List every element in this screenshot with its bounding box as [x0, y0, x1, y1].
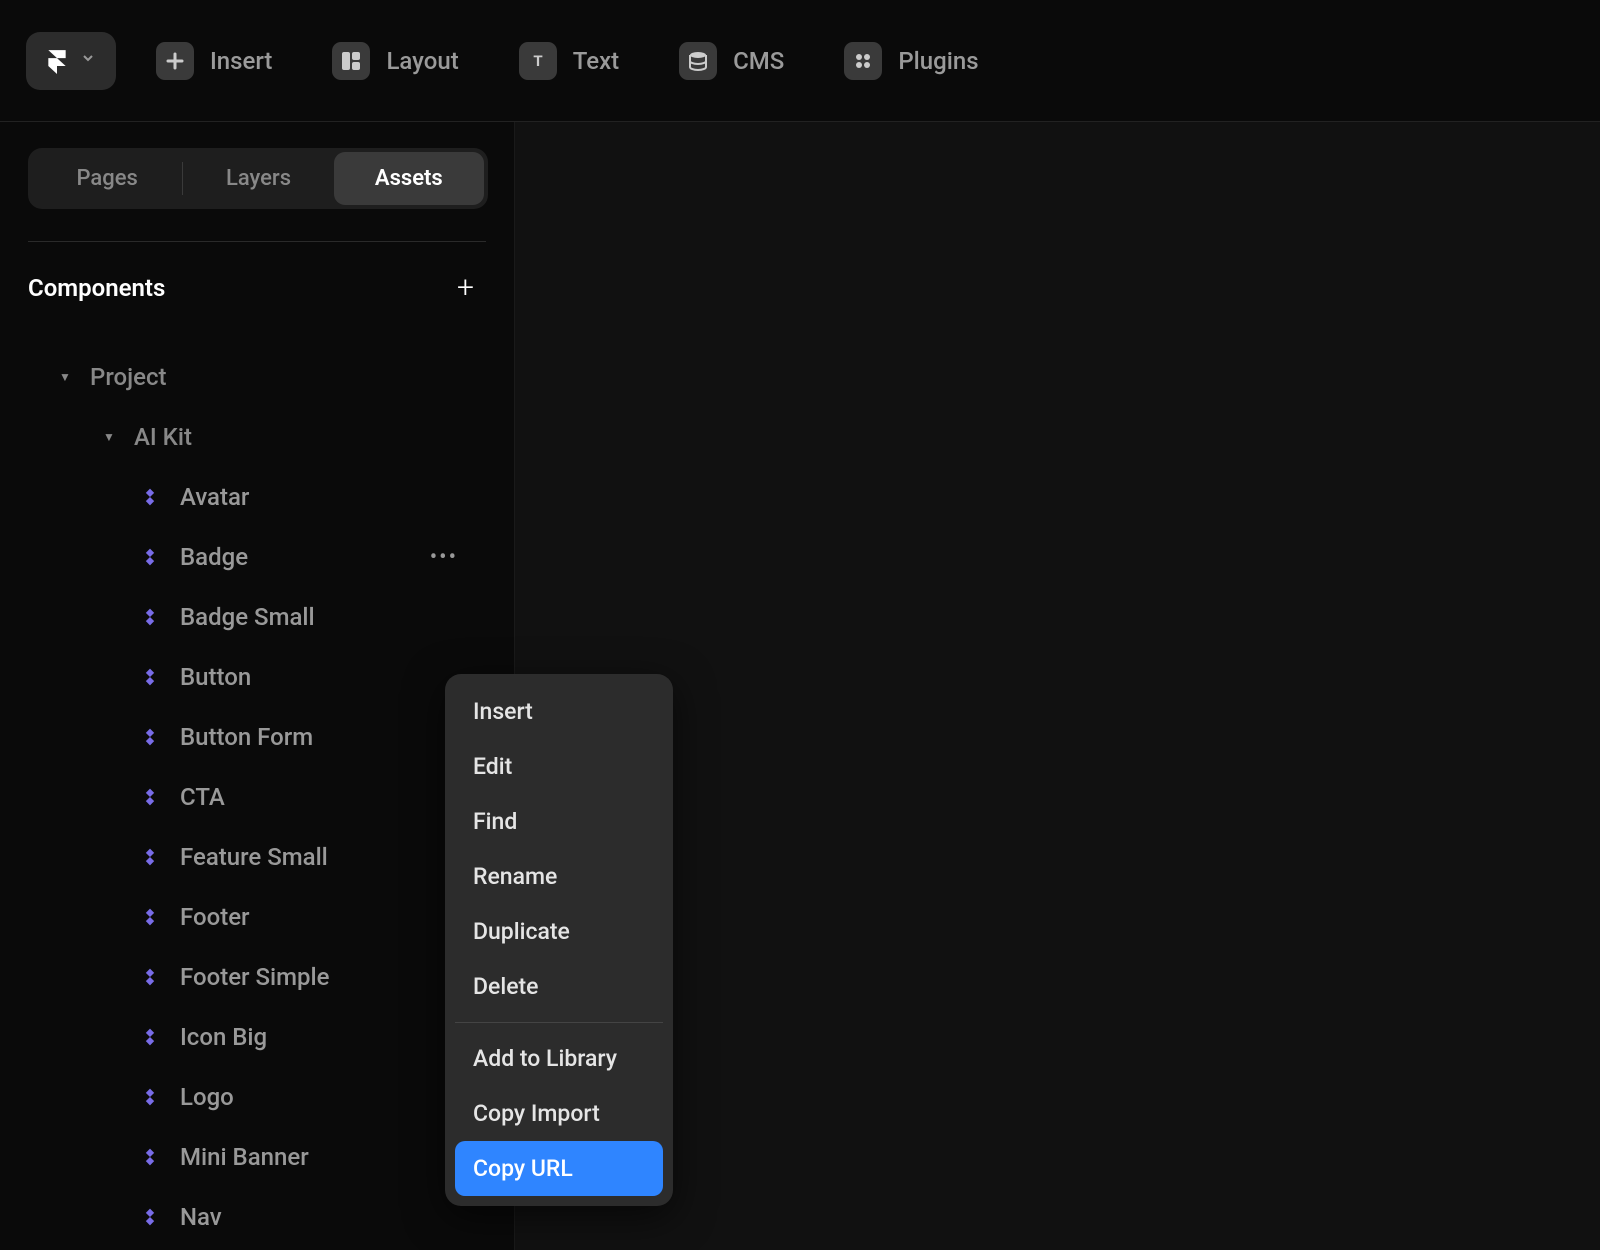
component-icon	[138, 785, 162, 809]
framer-logo-icon	[44, 48, 70, 74]
component-icon	[138, 665, 162, 689]
tree-folder-project[interactable]: ▼ Project	[28, 347, 486, 407]
component-icon	[138, 725, 162, 749]
component-item-badge-small[interactable]: Badge Small	[28, 587, 486, 647]
menu-divider	[455, 1022, 663, 1023]
component-item-logo[interactable]: Logo	[28, 1067, 486, 1127]
menu-item-copy-import[interactable]: Copy Import	[455, 1086, 663, 1141]
caret-down-icon: ▼	[56, 370, 74, 384]
tab-pages[interactable]: Pages	[32, 152, 182, 205]
toolbar-label: Layout	[386, 47, 458, 75]
cms-icon	[679, 42, 717, 80]
add-component-button[interactable]: +	[457, 270, 486, 305]
toolbar-layout[interactable]: Layout	[312, 30, 478, 92]
more-options-icon[interactable]: •••	[430, 545, 486, 570]
menu-item-add-to-library[interactable]: Add to Library	[455, 1031, 663, 1086]
component-icon	[138, 1145, 162, 1169]
component-item-avatar[interactable]: Avatar	[28, 467, 486, 527]
component-item-icon-big[interactable]: Icon Big	[28, 1007, 486, 1067]
toolbar-label: Text	[573, 47, 619, 75]
component-item-badge[interactable]: Badge •••	[28, 527, 486, 587]
component-item-button[interactable]: Button	[28, 647, 486, 707]
toolbar-insert[interactable]: Insert	[136, 30, 292, 92]
component-item-feature-small[interactable]: Feature Small	[28, 827, 486, 887]
sidebar-tabs: Pages Layers Assets	[28, 148, 488, 209]
toolbar-plugins[interactable]: Plugins	[824, 30, 998, 92]
component-icon	[138, 485, 162, 509]
layout-icon	[332, 42, 370, 80]
menu-item-find[interactable]: Find	[455, 794, 663, 849]
menu-item-duplicate[interactable]: Duplicate	[455, 904, 663, 959]
plus-icon	[156, 42, 194, 80]
section-title: Components	[28, 274, 165, 302]
component-item-footer-simple[interactable]: Footer Simple	[28, 947, 486, 1007]
toolbar-label: Insert	[210, 47, 272, 75]
menu-item-edit[interactable]: Edit	[455, 739, 663, 794]
component-item-mini-banner[interactable]: Mini Banner	[28, 1127, 486, 1187]
text-icon: T	[519, 42, 557, 80]
toolbar-cms[interactable]: CMS	[659, 30, 804, 92]
sidebar: Pages Layers Assets Components + ▼ Proje…	[0, 122, 515, 1250]
component-icon	[138, 1085, 162, 1109]
component-icon	[138, 605, 162, 629]
component-item-nav[interactable]: Nav	[28, 1187, 486, 1247]
canvas[interactable]	[515, 122, 1600, 1250]
toolbar: Insert Layout T Text CMS Plugins	[0, 0, 1600, 122]
caret-down-icon: ▼	[100, 430, 118, 444]
component-icon	[138, 545, 162, 569]
context-menu: Insert Edit Find Rename Duplicate Delete…	[445, 674, 673, 1206]
tab-layers[interactable]: Layers	[183, 152, 333, 205]
main-area: Pages Layers Assets Components + ▼ Proje…	[0, 122, 1600, 1250]
app-menu-button[interactable]	[26, 32, 116, 90]
component-icon	[138, 1205, 162, 1229]
menu-item-delete[interactable]: Delete	[455, 959, 663, 1014]
toolbar-label: Plugins	[898, 47, 978, 75]
tab-assets[interactable]: Assets	[334, 152, 484, 205]
chevron-down-icon	[80, 50, 96, 71]
component-item-footer[interactable]: Footer	[28, 887, 486, 947]
menu-item-copy-url[interactable]: Copy URL	[455, 1141, 663, 1196]
component-icon	[138, 965, 162, 989]
component-icon	[138, 845, 162, 869]
component-item-button-form[interactable]: Button Form	[28, 707, 486, 767]
plugins-icon	[844, 42, 882, 80]
toolbar-text[interactable]: T Text	[499, 30, 639, 92]
tree-folder-ai-kit[interactable]: ▼ AI Kit	[28, 407, 486, 467]
component-item-cta[interactable]: CTA	[28, 767, 486, 827]
components-section-header: Components +	[28, 241, 486, 329]
svg-text:T: T	[533, 52, 542, 70]
menu-item-rename[interactable]: Rename	[455, 849, 663, 904]
component-tree: ▼ Project ▼ AI Kit Avatar Badge ••• Badg	[28, 347, 486, 1247]
component-icon	[138, 1025, 162, 1049]
menu-item-insert[interactable]: Insert	[455, 684, 663, 739]
toolbar-label: CMS	[733, 47, 784, 75]
component-icon	[138, 905, 162, 929]
